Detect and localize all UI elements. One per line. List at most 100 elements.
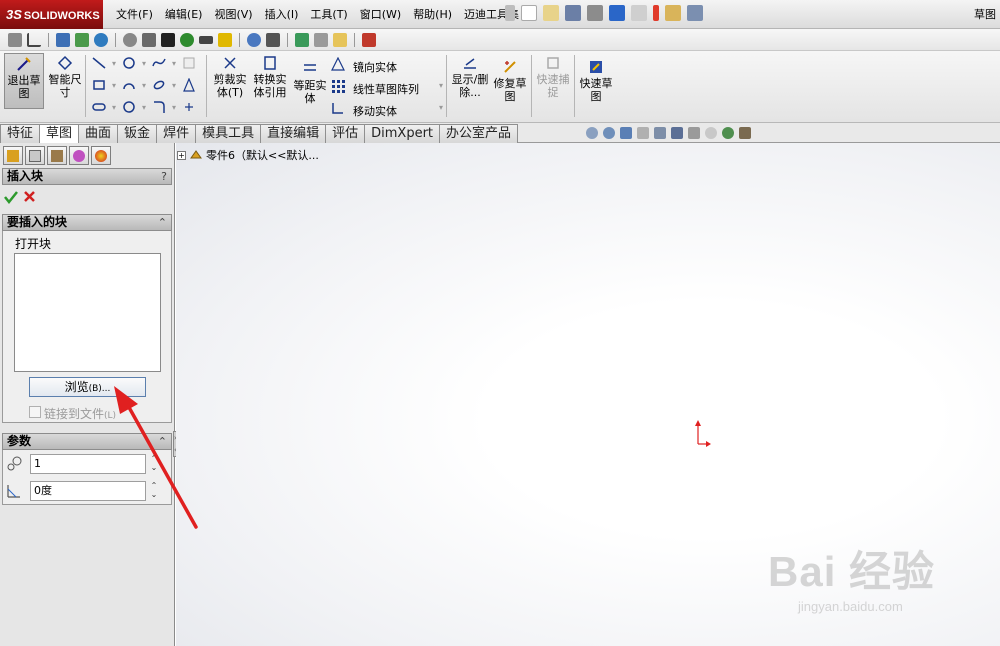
save-icon[interactable] [565,5,581,21]
line-dropdown-icon[interactable]: ▾ [112,59,116,68]
link-to-file-checkbox[interactable] [29,406,41,418]
open-blocks-list[interactable] [14,253,161,372]
line-icon[interactable] [92,56,106,70]
gear-icon[interactable] [123,32,137,47]
monitor-icon[interactable] [56,32,70,47]
display-tab-icon[interactable] [91,146,111,165]
flyout-tree-item[interactable]: + 零件6（默认<<默认... [177,147,319,163]
scene-icon[interactable] [722,127,734,139]
trim-entities-button[interactable]: 剪裁实体(T) [212,55,248,99]
convert-entities-button[interactable]: 转换实体引用 [251,55,289,99]
magnifier-icon[interactable] [247,32,261,47]
spring-icon[interactable] [199,35,213,44]
linear-pattern-icon[interactable] [331,79,345,93]
ellipse-icon[interactable] [152,78,166,92]
menu-tools[interactable]: 工具(T) [304,0,353,29]
print-icon[interactable] [587,5,603,21]
tab-direct-editing[interactable]: 直接编辑 [260,124,327,143]
polygon-dropdown-icon[interactable]: ▾ [142,103,146,112]
menu-help[interactable]: 帮助(H) [407,0,458,29]
grid-icon[interactable] [75,32,89,47]
measure-icon[interactable] [8,32,22,47]
tab-office-products[interactable]: 办公室产品 [439,124,519,143]
quick-snaps-button[interactable]: 快速捕捉 [535,55,571,99]
zoom-to-fit-icon[interactable] [586,127,598,139]
circle-dropdown-icon[interactable]: ▾ [142,59,146,68]
smart-dimension-button[interactable]: 智能尺寸 [47,55,83,99]
cancel-x-icon[interactable] [23,190,36,203]
binoculars-icon[interactable] [266,32,280,47]
cup-icon[interactable] [161,32,175,47]
angle-input[interactable]: 0度 [30,481,146,501]
surface-icon[interactable] [182,56,196,70]
menu-insert[interactable]: 插入(I) [259,0,305,29]
open-folder-icon[interactable] [543,5,559,21]
section-header-parameters[interactable]: 参数 ⌃ [2,433,172,450]
linear-pattern-dropdown-icon[interactable]: ▾ [439,81,443,90]
tab-evaluate[interactable]: 评估 [325,124,366,143]
configuration-tab-icon[interactable] [47,146,67,165]
tab-features[interactable]: 特征 [0,124,41,143]
exit-sketch-button[interactable]: 退出草图 [4,53,44,109]
collapse-chevron-icon[interactable]: ⌃ [158,215,167,230]
rebuild-icon[interactable] [653,5,659,21]
tab-surfaces[interactable]: 曲面 [78,124,119,143]
image-icon[interactable] [295,32,309,47]
menu-file[interactable]: 文件(F) [110,0,159,29]
display-style-icon[interactable] [671,127,683,139]
globe-icon[interactable] [94,32,108,47]
rapid-sketch-button[interactable]: 快速草图 [578,59,614,103]
new-document-icon[interactable] [521,5,537,21]
cube-icon[interactable] [142,32,156,47]
tab-dimxpert[interactable]: DimXpert [364,124,441,143]
view-orientation-icon[interactable] [654,127,666,139]
point-icon[interactable] [182,100,196,114]
angle-spinner-icon[interactable]: ⌃ ⌄ [148,481,160,501]
corner-icon[interactable] [27,32,41,47]
appearance-icon[interactable] [705,127,717,139]
menu-view[interactable]: 视图(V) [208,0,258,29]
mirror-icon[interactable] [331,57,345,71]
circle-icon[interactable] [122,56,136,70]
menu-window[interactable]: 窗口(W) [354,0,407,29]
tab-sketch[interactable]: 草图 [39,124,80,143]
table-icon[interactable] [362,32,376,47]
graphics-area[interactable]: + 零件6（默认<<默认... Bai 经验 jingyan.baidu.com [176,143,1000,646]
expand-plus-icon[interactable]: + [177,150,186,160]
scale-spinner-icon[interactable]: ⌃ ⌄ [148,454,160,474]
file-properties-icon[interactable] [665,5,681,21]
arc-dropdown-icon[interactable]: ▾ [142,81,146,90]
rectangle-icon[interactable] [92,78,106,92]
polygon-icon[interactable] [122,100,136,114]
ok-check-icon[interactable] [4,190,18,204]
marker-icon[interactable] [180,32,194,47]
move-entities-icon[interactable] [331,101,345,115]
collapse-chevron-icon[interactable]: ⌃ [158,434,167,449]
help-icon[interactable]: ? [161,169,167,184]
slot-icon[interactable] [92,100,106,114]
undo-icon[interactable] [609,5,625,21]
offset-entities-button[interactable]: 等距实体 [292,61,328,105]
mirror-entities-button[interactable]: 镜向实体 [353,59,397,75]
spline-icon[interactable] [152,56,166,70]
zoom-area-icon[interactable] [603,127,615,139]
fillet-icon[interactable] [152,100,166,114]
solidworks-logo[interactable]: 3S SOLIDWORKS [0,0,103,29]
scale-input[interactable]: 1 [30,454,146,474]
dimxpert-tab-icon[interactable] [69,146,89,165]
section-header-blocks[interactable]: 要插入的块 ⌃ [2,214,172,231]
tab-sheet-metal[interactable]: 钣金 [117,124,158,143]
linear-pattern-button[interactable]: 线性草图阵列 [353,81,419,97]
fillet-dropdown-icon[interactable]: ▾ [172,103,176,112]
rectangle-dropdown-icon[interactable]: ▾ [112,81,116,90]
slot-dropdown-icon[interactable]: ▾ [112,103,116,112]
tab-mold-tools[interactable]: 模具工具 [195,124,262,143]
options-icon[interactable] [687,5,703,21]
text-tool-icon[interactable] [182,78,196,92]
section-view-icon[interactable] [637,127,649,139]
previous-view-icon[interactable] [620,127,632,139]
printer-icon[interactable] [314,32,328,47]
pin-icon[interactable] [505,5,515,21]
select-icon[interactable] [631,5,647,21]
arc-icon[interactable] [122,78,136,92]
